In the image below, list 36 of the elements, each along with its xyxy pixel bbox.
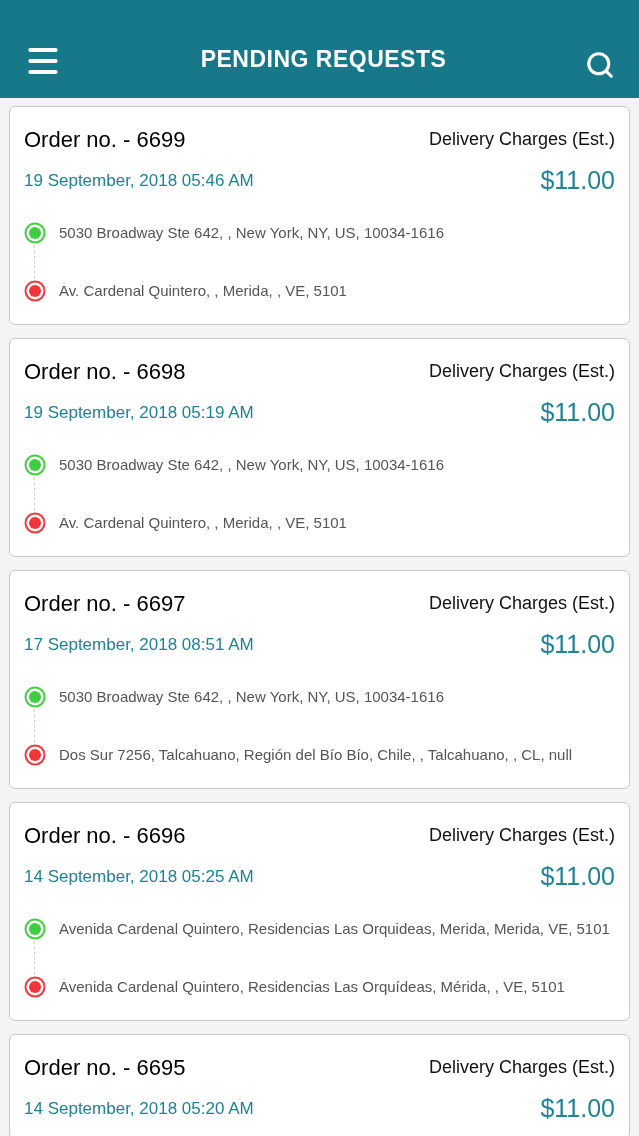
address-text: Avenida Cardenal Quintero, Residencias Las Orquideas, Merida, Merida, VE, 5101 [59, 919, 610, 939]
address-text: Av. Cardenal Quintero, , Merida, , VE, 5101 [59, 513, 347, 533]
order-date: 14 September, 2018 05:20 AM [24, 1098, 254, 1121]
order-card[interactable] [9, 802, 630, 1021]
charges-label: Delivery Charges (Est.) [428, 359, 615, 383]
order-number: Order no. - 6698 [24, 357, 186, 386]
price: $11.00 [540, 629, 615, 661]
address-text: 5030 Broadway Ste 642, , New York, NY, US, 10034-1616 [59, 455, 444, 475]
order-date: 19 September, 2018 05:19 AM [24, 402, 254, 425]
price: $11.00 [540, 165, 615, 197]
charges-label: Delivery Charges (Est.) [428, 127, 615, 151]
search-button[interactable] [585, 50, 615, 80]
order-card[interactable] [9, 570, 630, 789]
address-text: Dos Sur 7256, Talcahuano, Región del Bío Bío, Chile, , Talcahuano, , CL, null [59, 745, 573, 765]
order-number: Order no. - 6696 [24, 821, 186, 850]
address-text: Av. Cardenal Quintero, , Merida, , VE, 5101 [59, 281, 347, 301]
charges-label: Delivery Charges (Est.) [428, 1055, 615, 1079]
order-number: Order no. - 6699 [24, 125, 186, 154]
screen-title: PENDING REQUESTS [199, 44, 448, 74]
charges-label: Delivery Charges (Est.) [428, 591, 615, 615]
order-number: Order no. - 6695 [24, 1053, 186, 1082]
price: $11.00 [540, 861, 615, 893]
order-number: Order no. - 6697 [24, 589, 186, 618]
order-date: 14 September, 2018 05:25 AM [24, 866, 254, 889]
order-date: 19 September, 2018 05:46 AM [24, 170, 254, 193]
order-card[interactable]: Order no. - 6698 Delivery Charges (Est.) 19 September, 2018 05:19 AM $11.00 5030 Broadway Ste 642, , New York, NY, US, 10034-1616 Av. Cardenal Quintero, , Merida, , VE, 5101 [9, 338, 630, 557]
price: $11.00 [540, 397, 615, 429]
order-card[interactable]: Order no. - 6699 Delivery Charges (Est.) 19 September, 2018 05:46 AM $11.00 5030 Broadway Ste 642, , New York, NY, US, 10034-1616 Av. Cardenal Quintero, , Merida, , VE, 5101 [9, 106, 630, 325]
price: $11.00 [540, 1093, 615, 1125]
order-card[interactable]: Order no. - 6695 Delivery Charges (Est.) 14 September, 2018 05:20 AM $11.00 [9, 1034, 630, 1136]
order-date: 17 September, 2018 08:51 AM [24, 634, 254, 657]
address-text: 5030 Broadway Ste 642, , New York, NY, US, 10034-1616 [59, 687, 444, 707]
address-text: 5030 Broadway Ste 642, , New York, NY, US, 10034-1616 [59, 223, 444, 243]
address-text: Avenida Cardenal Quintero, Residencias Las Orquídeas, Mérida, , VE, 5101 [59, 977, 565, 997]
search-icon [585, 50, 615, 80]
charges-label: Delivery Charges (Est.) [428, 823, 615, 847]
